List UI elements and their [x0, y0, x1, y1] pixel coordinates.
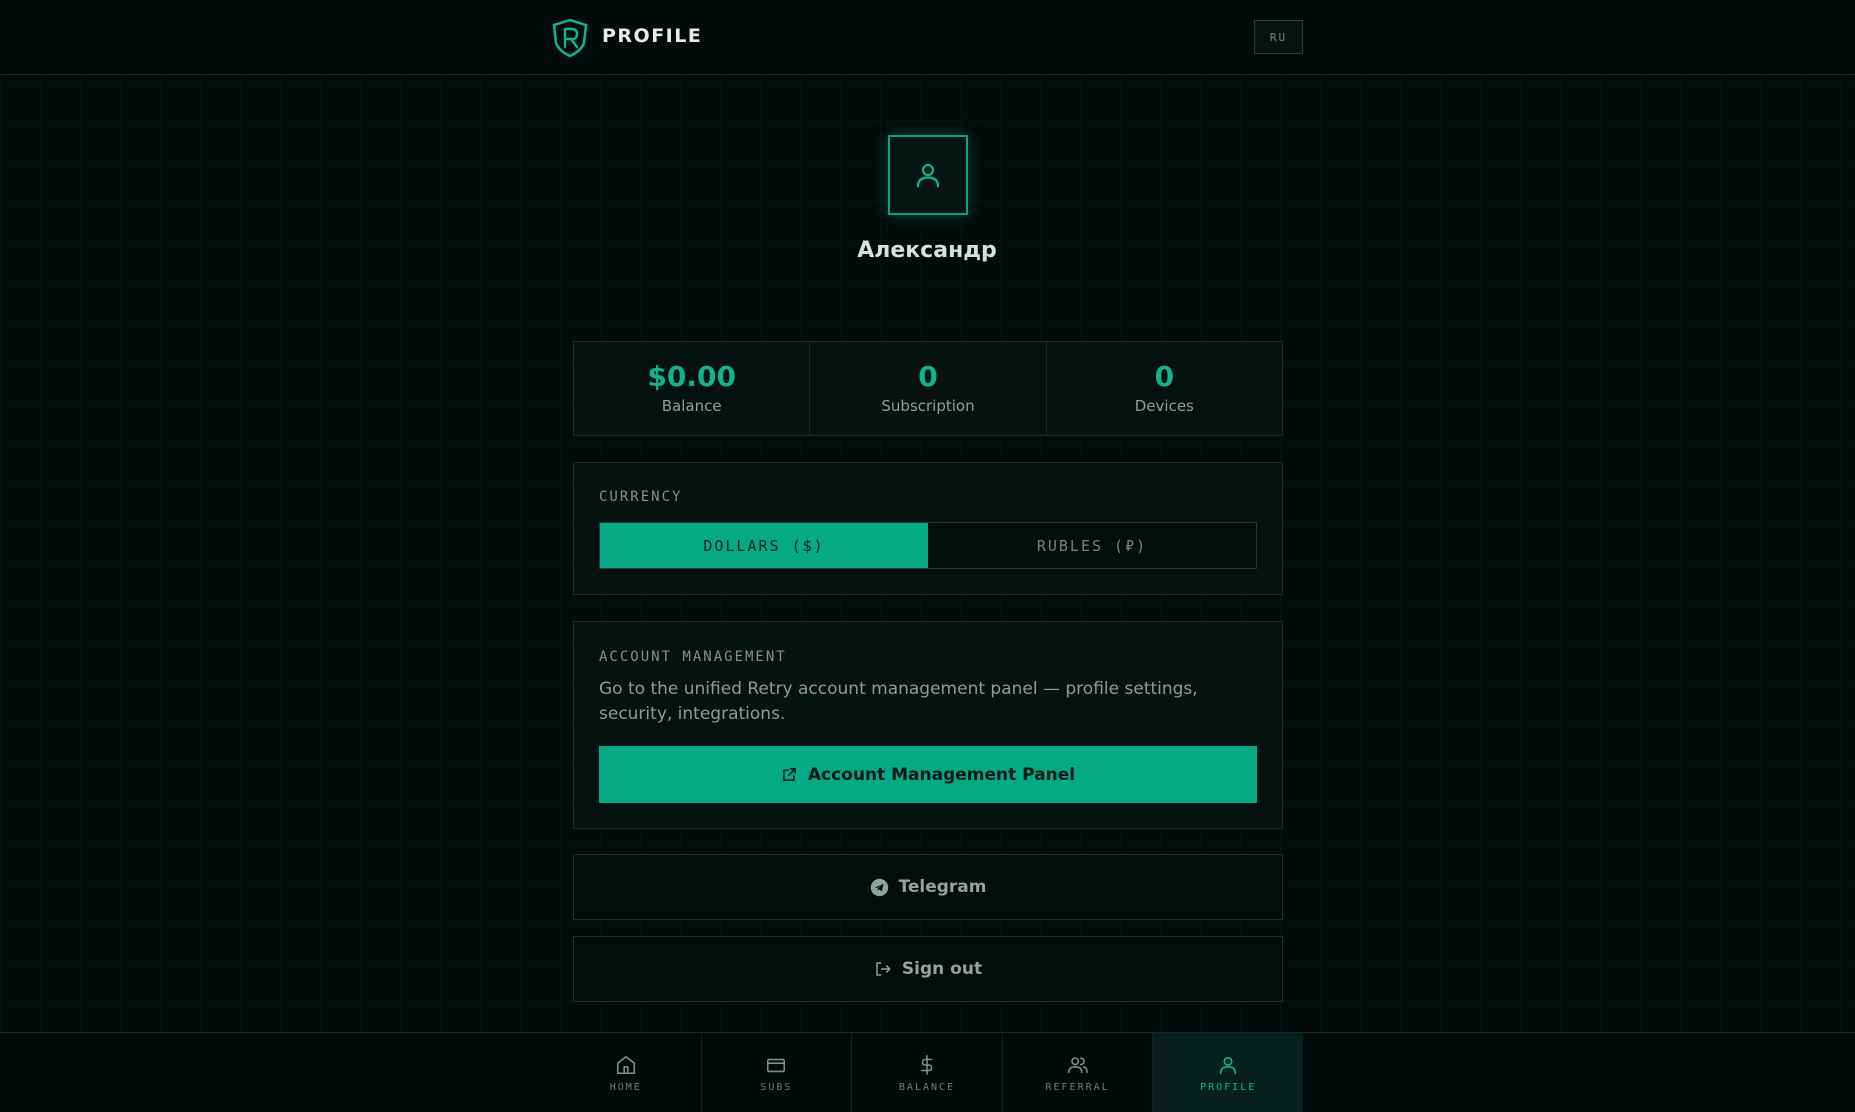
stat-subscription: 0 Subscription: [810, 342, 1047, 435]
dollar-icon: [920, 1054, 933, 1075]
shield-logo-icon: [552, 18, 588, 58]
stat-devices: 0 Devices: [1047, 342, 1282, 435]
nav-label: PROFILE: [1200, 1081, 1257, 1093]
user-icon: [1220, 1056, 1237, 1074]
language-toggle-button[interactable]: RU: [1254, 20, 1303, 54]
account-management-button-label: Account Management Panel: [807, 764, 1076, 785]
account-management-card: ACCOUNT MANAGEMENT Go to the unified Ret…: [573, 621, 1283, 829]
account-management-description: Go to the unified Retry account manageme…: [599, 679, 1198, 724]
currency-toggle: DOLLARS ($) RUBLES (₽): [599, 522, 1257, 569]
page-title: PROFILE: [602, 25, 703, 47]
user-icon: [916, 163, 940, 188]
bottom-navigation: HOME SUBS BALANCE REFERRAL PROFILE: [0, 1032, 1855, 1112]
users-icon: [1067, 1056, 1088, 1073]
currency-title: CURRENCY: [599, 489, 683, 505]
currency-option-dollars[interactable]: DOLLARS ($): [600, 523, 928, 568]
home-icon: [616, 1055, 635, 1074]
stat-balance: $0.00 Balance: [574, 342, 811, 435]
nav-label: HOME: [609, 1081, 642, 1093]
currency-card: CURRENCY DOLLARS ($) RUBLES (₽): [573, 462, 1283, 595]
sign-out-label: Sign out: [901, 959, 983, 979]
nav-item-referral[interactable]: REFERRAL: [1003, 1033, 1154, 1112]
telegram-label: Telegram: [898, 877, 987, 897]
stat-label: Balance: [661, 396, 722, 415]
stats-panel: $0.00 Balance 0 Subscription 0 Devices: [573, 341, 1283, 436]
user-name: Александр: [857, 238, 997, 263]
nav-label: BALANCE: [898, 1081, 956, 1093]
account-management-panel-button[interactable]: Account Management Panel: [599, 746, 1257, 803]
stat-value: $0.00: [647, 360, 736, 394]
stat-value: 0: [918, 360, 938, 394]
stat-value: 0: [1154, 360, 1175, 394]
nav-item-balance[interactable]: BALANCE: [852, 1033, 1003, 1112]
currency-option-rubles[interactable]: RUBLES (₽): [928, 523, 1256, 568]
nav-label: SUBS: [760, 1081, 793, 1093]
avatar: [888, 135, 968, 215]
top-header: PROFILE RU: [0, 0, 1855, 75]
sign-out-icon: [876, 962, 891, 976]
card-icon: [767, 1058, 786, 1072]
nav-label: REFERRAL: [1045, 1081, 1110, 1093]
telegram-icon: [870, 878, 888, 896]
telegram-button[interactable]: Telegram: [573, 854, 1283, 920]
account-management-title: ACCOUNT MANAGEMENT: [599, 649, 787, 665]
stat-label: Subscription: [881, 396, 975, 415]
nav-item-profile[interactable]: PROFILE: [1153, 1033, 1303, 1112]
sign-out-button[interactable]: Sign out: [573, 936, 1283, 1002]
external-link-icon: [782, 768, 796, 781]
nav-item-subs[interactable]: SUBS: [702, 1033, 853, 1112]
stat-label: Devices: [1134, 396, 1194, 415]
nav-item-home[interactable]: HOME: [551, 1033, 702, 1112]
